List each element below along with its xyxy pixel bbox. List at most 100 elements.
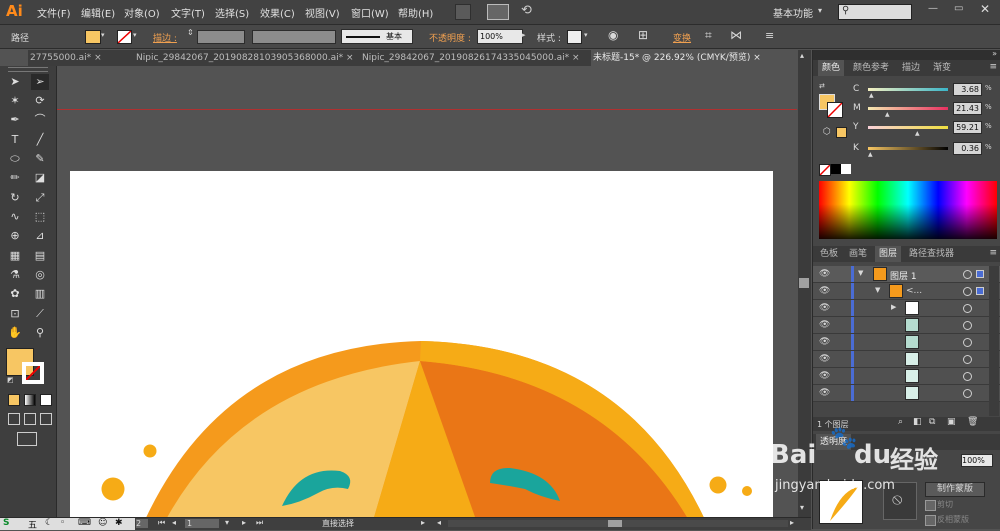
- group-name[interactable]: <...: [906, 286, 922, 296]
- layer-row[interactable]: 👁 ▶: [813, 300, 1000, 317]
- tab-document-active[interactable]: 未标题-15* @ 226.92% (CMYK/预览) ×: [591, 50, 800, 66]
- ime-mode[interactable]: 五: [28, 518, 37, 531]
- type-tool-icon[interactable]: T: [6, 132, 24, 148]
- invert-mask-checkbox[interactable]: [925, 515, 936, 526]
- gradient-mode-icon[interactable]: [24, 394, 36, 406]
- none-swatch[interactable]: [819, 164, 831, 176]
- none-mode-icon[interactable]: [40, 394, 52, 406]
- sync-icon[interactable]: ⟲: [521, 3, 532, 18]
- layer-row[interactable]: 👁: [813, 334, 1000, 351]
- target-circle-icon[interactable]: [963, 389, 972, 398]
- search-input[interactable]: ⚲: [838, 4, 912, 20]
- menu-effect[interactable]: 效果(C): [260, 5, 295, 20]
- ime-taskbar[interactable]: S 五 ☾ ◦ ⌨ ☺ ✱: [0, 518, 135, 531]
- canvas-area[interactable]: [57, 66, 797, 517]
- menu-edit[interactable]: 编辑(E): [81, 5, 115, 20]
- scroll-down-icon[interactable]: ▾: [800, 503, 804, 512]
- magic-wand-icon[interactable]: ✶: [6, 93, 24, 109]
- channel-m-input[interactable]: 21.43: [953, 102, 982, 115]
- panel-menu-icon[interactable]: ≡: [989, 62, 997, 72]
- page-field[interactable]: 1: [185, 519, 219, 528]
- target-circle-icon[interactable]: [963, 355, 972, 364]
- stroke-weight-field[interactable]: [197, 30, 245, 44]
- menu-type[interactable]: 文字(T): [171, 5, 205, 20]
- ellipse-tool-icon[interactable]: ⬭: [6, 151, 24, 167]
- scroll-thumb[interactable]: [608, 520, 622, 527]
- punctuation-icon[interactable]: ◦: [60, 518, 65, 528]
- tab-swatches[interactable]: 色板: [816, 246, 842, 262]
- graph-tool-icon[interactable]: ▥: [31, 286, 49, 302]
- pen-tool-icon[interactable]: ✒: [6, 112, 24, 128]
- layer-row[interactable]: 👁 ▼ 图层 1: [813, 266, 1000, 283]
- close-icon[interactable]: ×: [94, 53, 102, 63]
- fill-swatch[interactable]: [85, 30, 101, 44]
- slice-tool-icon[interactable]: ⟋: [31, 306, 49, 322]
- layer-row[interactable]: 👁: [813, 351, 1000, 368]
- channel-y-input[interactable]: 59.21: [953, 121, 982, 134]
- blend-tool-icon[interactable]: ◎: [31, 267, 49, 283]
- envelope-icon[interactable]: ⋈: [730, 28, 742, 42]
- color-spectrum[interactable]: [819, 181, 997, 239]
- paintbrush-icon[interactable]: ✎: [31, 151, 49, 167]
- black-swatch[interactable]: [831, 164, 841, 174]
- warp-tool-icon[interactable]: ∿: [6, 209, 24, 225]
- minimize-icon[interactable]: —: [928, 3, 938, 14]
- stroke-stepper-icon[interactable]: ⇕: [187, 28, 194, 37]
- hand-tool-icon[interactable]: ✋: [6, 325, 24, 341]
- menu-object[interactable]: 对象(O): [124, 5, 160, 20]
- tab-stroke[interactable]: 描边: [898, 60, 924, 76]
- menu-window[interactable]: 窗口(W): [351, 5, 389, 20]
- stroke-color-box[interactable]: [22, 362, 44, 384]
- chevron-down-icon[interactable]: ▾: [225, 518, 229, 527]
- menu-help[interactable]: 帮助(H): [398, 5, 433, 20]
- tab-brushes[interactable]: 画笔: [845, 246, 871, 262]
- maximize-icon[interactable]: ▭: [954, 3, 963, 14]
- tab-gradient[interactable]: 渐变: [929, 60, 955, 76]
- visibility-eye-icon[interactable]: 👁: [819, 269, 830, 279]
- gradient-tool-icon[interactable]: ▤: [31, 248, 49, 264]
- layer-row[interactable]: 👁: [813, 368, 1000, 385]
- curvature-tool-icon[interactable]: ⌒: [31, 112, 49, 128]
- tab-document-3[interactable]: Nipic_29842067_20190826174335045000.ai* …: [362, 50, 588, 66]
- moon-icon[interactable]: ☾: [45, 518, 53, 528]
- close-icon[interactable]: ×: [346, 53, 354, 63]
- shape-builder-icon[interactable]: ⊕: [6, 228, 24, 244]
- artwork[interactable]: [70, 171, 773, 517]
- close-icon[interactable]: ✕: [980, 2, 990, 16]
- user-icon[interactable]: ☺: [98, 518, 107, 528]
- slider-handle-icon[interactable]: ▲: [869, 92, 874, 99]
- zoom-field[interactable]: 2: [136, 519, 148, 528]
- tab-document-2[interactable]: Nipic_29842067_20190828103905368000.ai* …: [136, 50, 359, 66]
- close-icon[interactable]: ×: [753, 53, 761, 63]
- menu-file[interactable]: 文件(F): [37, 5, 71, 20]
- channel-y-slider[interactable]: [868, 126, 948, 129]
- layer-row[interactable]: 👁 ▼ <...: [813, 283, 1000, 300]
- bridge-button[interactable]: [455, 4, 471, 20]
- selection-indicator[interactable]: [976, 270, 984, 278]
- visibility-eye-icon[interactable]: 👁: [819, 371, 830, 381]
- perspective-grid-icon[interactable]: ⊿: [31, 228, 49, 244]
- lasso-icon[interactable]: ⟳: [31, 93, 49, 109]
- brush-definition[interactable]: 基本: [341, 29, 413, 44]
- workspace-switcher[interactable]: 基本功能: [773, 5, 813, 20]
- tab-document-1[interactable]: 27755000.ai* ×: [28, 50, 122, 66]
- slider-handle-icon[interactable]: ▲: [885, 111, 890, 118]
- scroll-left-icon[interactable]: ◂: [437, 518, 441, 527]
- variable-width-profile[interactable]: [252, 30, 336, 44]
- eraser-icon[interactable]: ◪: [31, 170, 49, 186]
- graphic-style-swatch[interactable]: [567, 30, 582, 44]
- scroll-right-icon[interactable]: ▸: [790, 518, 794, 527]
- layer-row[interactable]: 👁: [813, 385, 1000, 402]
- tab-pathfinder[interactable]: 路径查找器: [905, 246, 958, 262]
- mesh-tool-icon[interactable]: ▦: [6, 248, 24, 264]
- visibility-eye-icon[interactable]: 👁: [819, 303, 830, 313]
- menu-select[interactable]: 选择(S): [215, 5, 249, 20]
- collapse-icon[interactable]: »: [992, 49, 997, 58]
- first-page-icon[interactable]: ⏮: [158, 518, 165, 528]
- isolate-icon[interactable]: ⌗: [705, 28, 712, 43]
- panel-menu-icon[interactable]: ≡: [989, 248, 997, 258]
- opacity-input[interactable]: 100%: [477, 29, 523, 44]
- last-page-icon[interactable]: ⏭: [256, 518, 263, 528]
- chevron-down-icon[interactable]: ▾: [584, 31, 588, 39]
- menu-view[interactable]: 视图(V): [305, 5, 340, 20]
